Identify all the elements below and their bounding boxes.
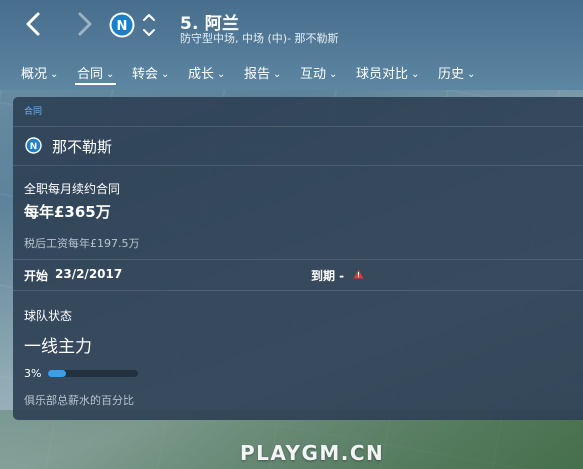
player-switch-updown-icon[interactable]	[141, 11, 157, 39]
divider	[13, 290, 583, 291]
wage-value: 每年£365万	[24, 203, 111, 221]
chevron-down-icon: ⌄	[467, 69, 476, 80]
divider	[13, 259, 583, 260]
tab-overview[interactable]: 概况 ⌄	[21, 58, 58, 86]
chevron-down-icon: ⌄	[161, 69, 170, 80]
chevron-down-icon: ⌄	[106, 69, 115, 80]
start-label: 开始	[24, 269, 49, 283]
chevron-down-icon: ⌄	[411, 69, 420, 80]
club-name: 那不勒斯	[52, 138, 113, 156]
wage-share-bar-fill	[48, 370, 66, 377]
tab-contract[interactable]: 合同 ⌄	[74, 58, 117, 86]
player-header: N 5. 阿兰 防守型中场, 中场 (中)- 那不勒斯	[0, 0, 583, 52]
wage-share-percent: 3%	[24, 367, 42, 380]
panel-title: 合同	[24, 107, 43, 117]
tab-development[interactable]: 成长 ⌄	[188, 58, 225, 86]
watermark-text: PLAYGM.CN	[240, 441, 385, 465]
tab-bar: 概况 ⌄ 合同 ⌄ 转会 ⌄ 成长 ⌄ 报告 ⌄ 互动 ⌄ 球员对比 ⌄ 历史 ⌄	[0, 58, 583, 86]
warning-icon[interactable]	[353, 269, 364, 279]
tab-reports[interactable]: 报告 ⌄	[244, 58, 281, 86]
tab-transfer[interactable]: 转会 ⌄	[132, 58, 169, 86]
squad-status-label: 球队状态	[24, 309, 73, 323]
chevron-down-icon: ⌄	[273, 69, 282, 80]
tab-interaction[interactable]: 互动 ⌄	[300, 58, 337, 86]
back-button[interactable]	[20, 10, 48, 38]
divider	[13, 165, 583, 166]
after-tax-wage: 税后工资每年£197.5万	[24, 237, 140, 250]
chevron-down-icon: ⌄	[217, 69, 226, 80]
contract-panel: 合同 N 那不勒斯 全职每月续约合同 每年£365万 税后工资每年£197.5万…	[13, 97, 583, 420]
tab-compare[interactable]: 球员对比 ⌄	[356, 58, 419, 86]
chevron-down-icon: ⌄	[329, 69, 338, 80]
svg-text:N: N	[30, 142, 38, 152]
wage-share-caption: 俱乐部总薪水的百分比	[24, 394, 134, 407]
forward-button[interactable]	[70, 10, 98, 38]
chevron-left-icon	[26, 12, 40, 36]
tab-history[interactable]: 历史 ⌄	[438, 58, 475, 86]
player-position-club: 防守型中场, 中场 (中)- 那不勒斯	[180, 32, 339, 45]
divider	[13, 126, 583, 127]
svg-text:N: N	[117, 19, 128, 34]
chevron-down-icon: ⌄	[50, 69, 59, 80]
napoli-logo-icon[interactable]: N	[109, 12, 135, 38]
chevron-right-icon	[78, 12, 92, 36]
squad-status-value: 一线主力	[24, 337, 92, 357]
expiry-label: 到期 -	[311, 269, 345, 283]
contract-type: 全职每月续约合同	[24, 182, 121, 196]
napoli-logo-icon: N	[25, 137, 42, 154]
wage-share-bar	[48, 370, 138, 377]
start-date: 23/2/2017	[55, 267, 123, 281]
